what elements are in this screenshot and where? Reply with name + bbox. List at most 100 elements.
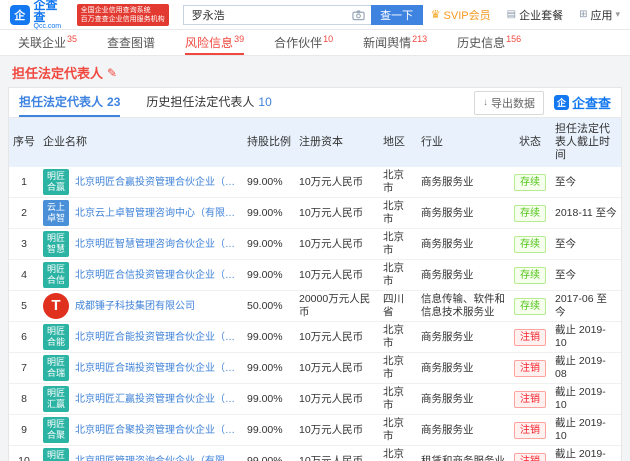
status-cell: 存续 [509,197,551,229]
slogan-badge: 全国企业信用查询系统 百万查查企业信用服务机构 [76,3,169,26]
company-name-link[interactable]: 北京明匠合聚投资管理合伙企业（有限合伙） [75,424,239,437]
table-row: 3明匠智慧北京明匠智慧管理咨询合伙企业（有限合伙）99.00%10万元人民币北京… [9,228,621,260]
row-index: 5 [9,290,39,322]
export-label: 导出数据 [490,97,535,110]
shareholding-ratio: 99.00% [243,259,295,291]
region: 四川省 [379,290,417,322]
chevron-down-icon: ▾ [615,9,620,19]
nav-tab[interactable]: 查查图谱 [107,30,155,55]
shareholding-ratio: 50.00% [243,290,295,322]
table-row: 8明匠汇赢北京明匠汇赢投资管理合伙企业（有限合伙）99.00%10万元人民币北京… [9,383,621,415]
industry: 商务服务业 [417,167,509,198]
until-date: 2017-06 至今 [551,290,621,322]
sub-tab[interactable]: 历史担任法定代表人 10 [146,88,271,117]
shareholding-ratio: 99.00% [243,228,295,260]
company-name-link[interactable]: 北京明匠智慧管理咨询合伙企业（有限合伙） [75,238,239,251]
until-date: 截止 2019-08 [551,352,621,384]
company-cell: 明匠合瑞北京明匠合瑞投资管理合伙企业（有限合伙） [39,352,243,384]
search-input[interactable] [182,4,371,25]
status-badge: 存续 [514,297,546,315]
company-name-link[interactable]: 北京明匠管理咨询合伙企业（有限合伙） [75,455,239,461]
region: 北京市 [379,445,417,461]
status-cell: 存续 [509,259,551,291]
table-row: 2 云上卓智 北京云上卓智管理咨询中心（有限合伙） 99.00% 10万元人民币 北京市商… [9,197,621,229]
row-index: 8 [9,383,39,415]
legal-rep-card: 担任法定代表人 23 历史担任法定代表人 10 ↓ 导出数据 企 企查查 序号 企业名称… [8,87,622,461]
shareholding-ratio: 99.00% [243,352,295,384]
nav-tab-label: 风险信息 [185,36,234,50]
region: 北京市 [379,197,417,229]
search-button[interactable]: 查一下 [370,4,423,25]
company-name-link[interactable]: 北京明匠合信投资管理合伙企业（有限合伙） [75,269,239,282]
row-index: 2 [9,197,39,229]
industry: 租赁和商务服务业 [417,445,509,461]
company-cell: 云上卓智 北京云上卓智管理咨询中心（有限合伙） [39,197,243,229]
sub-tab-count: 23 [107,94,121,109]
edit-pencil-icon[interactable]: ✎ [107,66,117,80]
row-index: 6 [9,321,39,353]
nav-tab[interactable]: 风险信息 39 [185,30,245,55]
brand-name: 企查查 [33,0,58,24]
region: 北京市 [379,414,417,446]
table-row: 9明匠合聚北京明匠合聚投资管理合伙企业（有限合伙）99.00%10万元人民币北京… [9,414,621,446]
top-header: 企 企查查 Qcc.com 全国企业信用查询系统 百万查查企业信用服务机构 查一… [0,0,630,30]
company-name-link[interactable]: 北京云上卓智管理咨询中心（有限合伙） [75,207,239,220]
page: 企 企查查 Qcc.com 全国企业信用查询系统 百万查查企业信用服务机构 查一… [0,0,630,461]
status-cell: 注销 [509,321,551,353]
shareholding-ratio: 99.00% [243,445,295,461]
qcc-logo-text: 企查查 Qcc.com [34,0,69,31]
until-date: 截止 2019-10 [551,414,621,446]
company-cell: 明匠合聚北京明匠合聚投资管理合伙企业（有限合伙） [39,414,243,446]
search-bar: 查一下 [182,4,423,25]
industry: 商务服务业 [417,197,509,229]
export-data-button[interactable]: ↓ 导出数据 [473,90,544,115]
apps-menu[interactable]: ⊞ 应用 ▾ [579,7,620,23]
company-cell: 明匠咨询北京明匠管理咨询合伙企业（有限合伙） [39,445,243,461]
company-name-link[interactable]: 成都锤子科技集团有限公司 [75,300,195,313]
sub-tab-label: 历史担任法定代表人 [146,95,255,109]
nav-tab[interactable]: 合作伙伴 10 [274,30,333,55]
company-logo: 云上卓智 [43,200,69,226]
nav-tab-label: 查查图谱 [107,36,156,50]
camera-icon[interactable] [351,9,365,21]
registered-capital: 10万元人民币 [295,383,379,415]
until-date: 至今 [551,228,621,260]
enterprise-plan-link[interactable]: ▤ 企业套餐 [507,7,563,23]
until-date: 至今 [551,259,621,291]
slogan-line-2: 百万查查企业信用服务机构 [80,15,165,23]
qcc-logo[interactable]: 企 企查查 Qcc.com [10,0,69,31]
nav-tab-label: 历史信息 [457,36,506,50]
status-badge: 注销 [514,328,546,346]
column-header: 企业名称 [39,118,243,167]
card-actions: ↓ 导出数据 企 企查查 [473,88,611,117]
sub-tabs: 担任法定代表人 23 历史担任法定代表人 10 [19,88,298,117]
qcc-watermark-icon: 企 [553,95,569,110]
industry: 商务服务业 [417,383,509,415]
crown-icon: ♛ [430,9,441,21]
region: 北京市 [379,167,417,198]
svip-member-link[interactable]: ♛ SVIP会员 [431,7,491,23]
apps-label: 应用 [590,9,613,22]
table-row: 7明匠合瑞北京明匠合瑞投资管理合伙企业（有限合伙）99.00%10万元人民币北京… [9,352,621,384]
row-index: 4 [9,259,39,291]
company-name-link[interactable]: 北京明匠合瑞投资管理合伙企业（有限合伙） [75,362,239,375]
status-cell: 注销 [509,414,551,446]
company-cell: 明匠智慧北京明匠智慧管理咨询合伙企业（有限合伙） [39,228,243,260]
region: 北京市 [379,259,417,291]
company-name-link[interactable]: 北京明匠合赢投资管理合伙企业（有限合伙） [75,176,239,189]
column-header: 注册资本 [295,118,379,167]
shareholding-ratio: 99.00% [243,167,295,198]
status-cell: 注销 [509,352,551,384]
status-badge: 存续 [514,266,546,284]
nav-tab[interactable]: 新闻舆情 213 [363,30,427,55]
industry: 信息传输、软件和信息技术服务业 [417,290,509,322]
industry: 商务服务业 [417,228,509,260]
nav-tab[interactable]: 关联企业 35 [18,30,77,55]
company-name-link[interactable]: 北京明匠合能投资管理合伙企业（有限合伙） [75,331,239,344]
row-index: 7 [9,352,39,384]
nav-tab[interactable]: 历史信息 156 [457,30,521,55]
company-name-link[interactable]: 北京明匠汇赢投资管理合伙企业（有限合伙） [75,393,239,406]
registered-capital: 10万元人民币 [295,259,379,291]
sub-tab[interactable]: 担任法定代表人 23 [19,88,121,117]
table-row: 1明匠合赢北京明匠合赢投资管理合伙企业（有限合伙）99.00%10万元人民币北京… [9,167,621,198]
